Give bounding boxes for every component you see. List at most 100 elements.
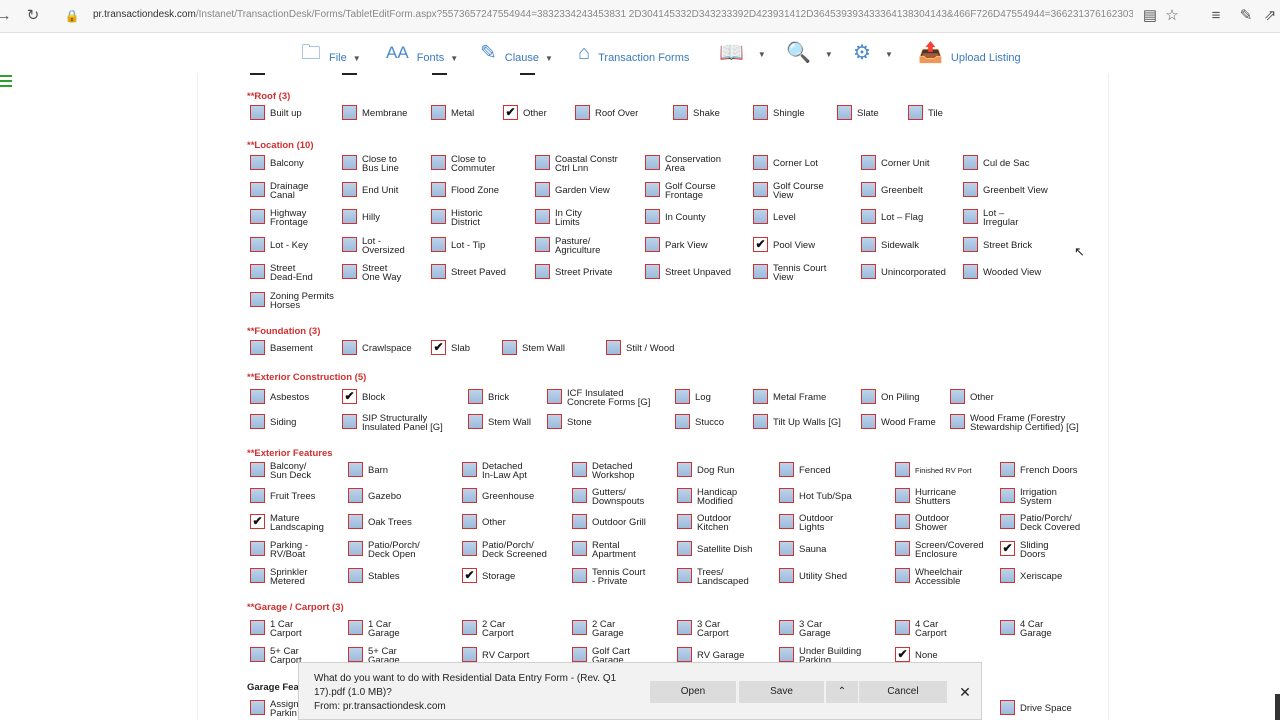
- checkbox-exterior-features-dog-run[interactable]: [677, 462, 692, 477]
- checkbox-exterior-features-wheelchair-accessible[interactable]: [895, 568, 910, 583]
- checkbox-roof-shingle[interactable]: [753, 105, 768, 120]
- checkbox-exterior-features-handicap-modified[interactable]: [677, 488, 692, 503]
- checkbox-foundation-basement[interactable]: [250, 340, 265, 355]
- checkbox-garage-features-drive-space[interactable]: [1000, 700, 1015, 715]
- checkbox-exterior-features-rental-apartment[interactable]: [572, 541, 587, 556]
- checkbox-location-cul-de-sac[interactable]: [963, 155, 978, 170]
- checkbox-exterior-construction-stem-wall[interactable]: [468, 414, 483, 429]
- checkbox-exterior-features-xeriscape[interactable]: [1000, 568, 1015, 583]
- checkbox-exterior-construction-stucco[interactable]: [675, 414, 690, 429]
- checkbox-exterior-construction-sip-structurally-insulated-panel-g[interactable]: [342, 414, 357, 429]
- save-options-chevron-up-icon[interactable]: ⌃: [826, 681, 858, 703]
- checkbox-foundation-stem-wall[interactable]: [502, 340, 517, 355]
- checkbox-exterior-features-satellite-dish[interactable]: [677, 541, 692, 556]
- checkbox-exterior-features-patio-porch-deck-covered[interactable]: [1000, 514, 1015, 529]
- zoom-menu[interactable]: 🔍 ▼: [786, 41, 833, 65]
- checkbox-exterior-construction-brick[interactable]: [468, 389, 483, 404]
- checkbox-exterior-features-other[interactable]: [462, 514, 477, 529]
- open-button[interactable]: Open: [650, 681, 736, 703]
- checkbox-location-end-unit[interactable]: [342, 182, 357, 197]
- checkbox-location-lot-oversized[interactable]: [342, 237, 357, 252]
- checkbox-location-unincorporated[interactable]: [861, 264, 876, 279]
- checkbox-exterior-features-fruit-trees[interactable]: [250, 488, 265, 503]
- checkbox-exterior-construction-on-piling[interactable]: [861, 389, 876, 404]
- checkbox-roof-shake[interactable]: [673, 105, 688, 120]
- checkbox-exterior-construction-metal-frame[interactable]: [753, 389, 768, 404]
- checkbox-location-tennis-court-view[interactable]: [753, 264, 768, 279]
- checkbox-garage-carport-2-car-garage[interactable]: [572, 620, 587, 635]
- checkbox-location-coastal-constr-ctrl-lnn[interactable]: [535, 155, 550, 170]
- checkbox-location-garden-view[interactable]: [535, 182, 550, 197]
- checkbox-location-close-to-bus-line[interactable]: [342, 155, 357, 170]
- checkbox-location-street-brick[interactable]: [963, 237, 978, 252]
- checkbox-exterior-construction-icf-insulated-concrete-forms-g[interactable]: [547, 389, 562, 404]
- checkbox-exterior-construction-block[interactable]: ✔: [342, 389, 357, 404]
- url-field[interactable]: pr.transactiondesk.com/Instanet/Transact…: [93, 9, 1133, 20]
- checkbox-roof-tile[interactable]: [908, 105, 923, 120]
- checkbox-exterior-features-trees-landscaped[interactable]: [677, 568, 692, 583]
- checkbox-location-level[interactable]: [753, 209, 768, 224]
- checkbox-exterior-features-sprinkler-metered[interactable]: [250, 568, 265, 583]
- checkbox-roof-roof-over[interactable]: [575, 105, 590, 120]
- checkbox-location-in-city-limits[interactable]: [535, 209, 550, 224]
- checkbox-exterior-features-barn[interactable]: [348, 462, 363, 477]
- checkbox-garage-features-assign-parkin[interactable]: [250, 700, 265, 715]
- checkbox-garage-carport-3-car-garage[interactable]: [779, 620, 794, 635]
- cancel-button[interactable]: Cancel: [859, 681, 947, 703]
- checkbox-exterior-features-finished-rv-port[interactable]: [895, 462, 910, 477]
- checkbox-location-lot-flag[interactable]: [861, 209, 876, 224]
- refresh-icon[interactable]: ↻: [23, 6, 43, 26]
- checkbox-location-golf-course-view[interactable]: [753, 182, 768, 197]
- clause-menu[interactable]: ✎ Clause ▼: [480, 41, 553, 65]
- checkbox-location-pool-view[interactable]: ✔: [753, 237, 768, 252]
- checkbox-location-drainage-canal[interactable]: [250, 182, 265, 197]
- checkbox-location-close-to-commuter[interactable]: [431, 155, 446, 170]
- checkbox-exterior-features-patio-porch-deck-open[interactable]: [348, 541, 363, 556]
- checkbox-location-street-private[interactable]: [535, 264, 550, 279]
- checkbox-exterior-features-tennis-court-private[interactable]: [572, 568, 587, 583]
- checkbox-garage-carport-4-car-carport[interactable]: [895, 620, 910, 635]
- checkbox-location-in-county[interactable]: [645, 209, 660, 224]
- checkbox-location-street-paved[interactable]: [431, 264, 446, 279]
- checkbox-garage-carport-under-building-parking[interactable]: [779, 647, 794, 662]
- checkbox-exterior-features-gutters-downspouts[interactable]: [572, 488, 587, 503]
- checkbox-location-highway-frontage[interactable]: [250, 209, 265, 224]
- checkbox-location-corner-unit[interactable]: [861, 155, 876, 170]
- checkbox-exterior-features-parking-rv-boat[interactable]: [250, 541, 265, 556]
- hub-menu-icon[interactable]: ≡: [1206, 6, 1226, 26]
- checkbox-exterior-features-outdoor-grill[interactable]: [572, 514, 587, 529]
- checkbox-location-lot-tip[interactable]: [431, 237, 446, 252]
- checkbox-location-wooded-view[interactable]: [963, 264, 978, 279]
- checkbox-exterior-features-stables[interactable]: [348, 568, 363, 583]
- checkbox-garage-carport-1-car-garage[interactable]: [348, 620, 363, 635]
- checkbox-garage-carport-4-car-garage[interactable]: [1000, 620, 1015, 635]
- checkbox-foundation-crawlspace[interactable]: [342, 340, 357, 355]
- checkbox-location-street-one-way[interactable]: [342, 264, 357, 279]
- checkbox-exterior-features-balcony-sun-deck[interactable]: [250, 462, 265, 477]
- checkbox-exterior-features-mature-landscaping[interactable]: ✔: [250, 514, 265, 529]
- checkbox-roof-membrane[interactable]: [342, 105, 357, 120]
- close-icon[interactable]: ✕: [954, 681, 976, 703]
- tools-menu[interactable]: ⚙ ▼: [853, 41, 893, 65]
- checkbox-roof-slate[interactable]: [837, 105, 852, 120]
- book-menu[interactable]: 📖 ▼: [719, 41, 766, 65]
- checkbox-exterior-construction-tilt-up-walls-g[interactable]: [753, 414, 768, 429]
- checkbox-location-hilly[interactable]: [342, 209, 357, 224]
- checkbox-location-greenbelt[interactable]: [861, 182, 876, 197]
- checkbox-exterior-construction-wood-frame[interactable]: [861, 414, 876, 429]
- file-menu[interactable]: 🗀 File ▼: [301, 41, 361, 65]
- checkbox-roof-metal[interactable]: [431, 105, 446, 120]
- checkbox-location-pasture-agriculture[interactable]: [535, 237, 550, 252]
- checkbox-garage-carport-golf-cart-garage[interactable]: [572, 647, 587, 662]
- checkbox-garage-carport-5-car-carport[interactable]: [250, 647, 265, 662]
- save-button[interactable]: Save: [739, 681, 824, 703]
- checkbox-garage-carport-3-car-carport[interactable]: [677, 620, 692, 635]
- checkbox-location-lot-irregular[interactable]: [963, 209, 978, 224]
- checkbox-exterior-features-hot-tub-spa[interactable]: [779, 488, 794, 503]
- checkbox-exterior-construction-siding[interactable]: [250, 414, 265, 429]
- checkbox-location-golf-course-frontage[interactable]: [645, 182, 660, 197]
- checkbox-exterior-features-outdoor-shower[interactable]: [895, 514, 910, 529]
- pen-note-icon[interactable]: ✎: [1236, 6, 1256, 26]
- checkbox-foundation-slab[interactable]: ✔: [431, 340, 446, 355]
- checkbox-exterior-construction-other[interactable]: [950, 389, 965, 404]
